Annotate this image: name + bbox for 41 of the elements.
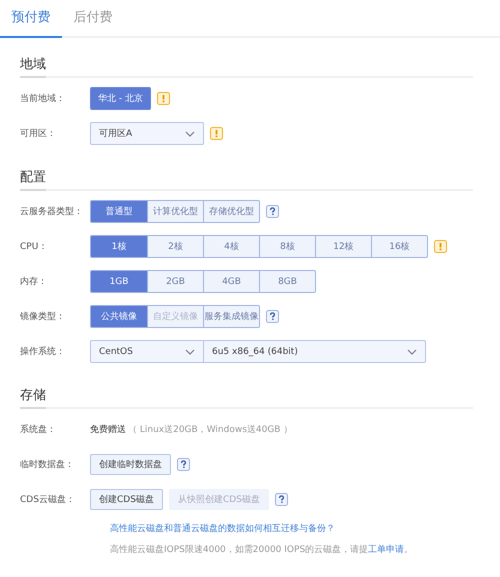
chevron-down-icon — [185, 348, 195, 354]
chevron-down-icon — [185, 130, 195, 136]
field-label: 内存： — [20, 276, 48, 288]
help-icon[interactable] — [177, 458, 190, 471]
option-button[interactable]: 公共镜像 — [91, 306, 147, 327]
option-button[interactable]: 16核 — [371, 236, 427, 257]
dropdown[interactable]: 6u5 x86_64 (64bit) — [203, 341, 425, 362]
field-label: 当前地域： — [20, 92, 66, 105]
create-button[interactable]: 创建CDS磁盘 — [90, 489, 163, 510]
tab[interactable]: 后付费 — [62, 0, 124, 38]
section-title: 配置 — [20, 167, 46, 191]
chevron-down-icon — [407, 348, 417, 354]
ticket-link[interactable]: 工单申请 — [368, 545, 404, 555]
help-icon[interactable] — [266, 310, 279, 323]
field-label: 临时数据盘： — [20, 458, 75, 471]
section-title: 存储 — [20, 385, 46, 409]
iops-note: 高性能云磁盘IOPS限速4000，如需20000 IOPS的云磁盘，请提工单申请。 — [110, 545, 414, 555]
option-button[interactable]: 服务集成镜像 — [203, 306, 259, 327]
option-button[interactable]: 普通型 — [91, 201, 147, 222]
dropdown[interactable]: 可用区A — [91, 123, 203, 144]
field-label: 镜像类型： — [20, 310, 66, 323]
help-icon[interactable] — [274, 493, 288, 506]
field-label: 系统盘： — [20, 424, 57, 436]
option-button[interactable]: 存储优化型 — [203, 201, 259, 222]
field-label: 云服务器类型： — [20, 206, 84, 218]
disk-value: 免费赠送 — [90, 424, 126, 436]
option-button[interactable]: 8GB — [259, 271, 315, 292]
section-title: 地域 — [20, 54, 46, 78]
field-label: 操作系统： — [20, 346, 66, 358]
dropdown[interactable]: CentOS — [91, 341, 203, 362]
disk-note: （ Linux送20GB，Windows送40GB ） — [128, 424, 292, 436]
option-button[interactable]: 1核 — [91, 236, 147, 257]
option-button[interactable]: 1GB — [91, 271, 147, 292]
help-link[interactable]: 高性能云磁盘和普通云磁盘的数据如何相互迁移与备份？ — [110, 524, 335, 534]
field-label: CDS云磁盘： — [20, 494, 76, 506]
help-icon[interactable] — [266, 205, 279, 218]
tab[interactable]: 预付费 — [0, 0, 62, 38]
region-button[interactable]: 华北 - 北京 — [91, 88, 150, 109]
create-button[interactable]: 创建临时数据盘 — [90, 454, 171, 475]
field-label: CPU： — [20, 241, 48, 253]
field-label: 可用区： — [20, 128, 57, 140]
